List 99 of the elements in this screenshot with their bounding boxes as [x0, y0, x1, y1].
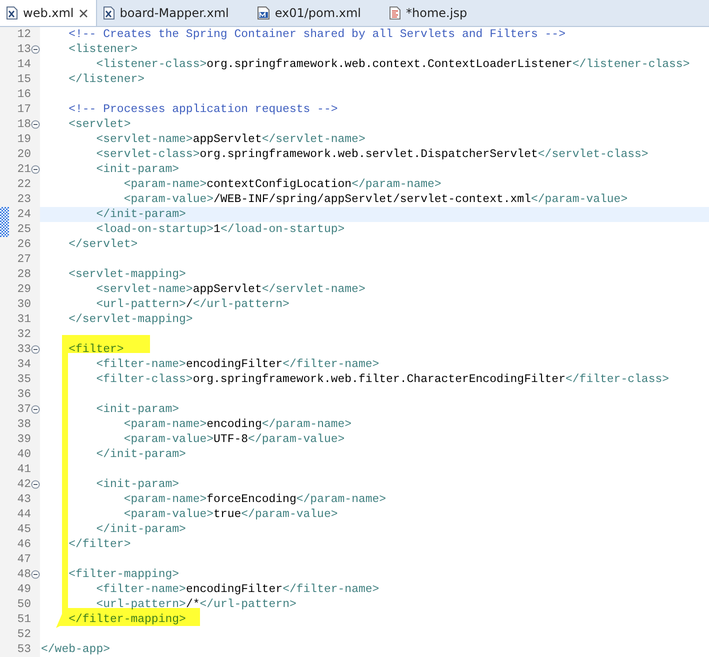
line-number: 27	[16, 252, 31, 267]
tab-label: web.xml	[23, 6, 74, 20]
code-line: <servlet>	[68, 117, 131, 132]
code-line: <url-pattern>/</url-pattern>	[95, 297, 290, 312]
line-number: 34	[16, 357, 31, 372]
code-line: <param-name>forceEncoding</param-name>	[122, 492, 386, 507]
collapse-icon[interactable]	[31, 45, 40, 54]
line-number: 40	[16, 447, 31, 462]
jsp-file-icon	[389, 6, 402, 20]
code-line: <servlet-name>appServlet</servlet-name>	[95, 282, 366, 297]
line-number: 19	[16, 132, 31, 147]
code-line: </listener>	[68, 72, 145, 87]
line-number: 48	[16, 567, 31, 582]
line-number: 47	[16, 552, 31, 567]
line-number: 24	[16, 207, 31, 222]
line-number: 29	[16, 282, 31, 297]
code-line: <url-pattern>/*</url-pattern>	[95, 597, 296, 612]
code-line: <!-- Processes application requests -->	[68, 102, 338, 117]
code-line: <servlet-name>appServlet</servlet-name>	[95, 132, 366, 147]
line-number: 31	[16, 312, 31, 327]
code-line: <param-name>encoding</param-name>	[122, 417, 352, 432]
xml-file-icon	[6, 6, 18, 20]
code-line: <filter-name>encodingFilter</filter-name>	[95, 582, 380, 597]
xml-file-icon	[102, 6, 115, 20]
line-number: 53	[16, 642, 31, 657]
line-number: 15	[16, 72, 31, 87]
line-number: 32	[16, 327, 31, 342]
editor-tab[interactable]: *home.jsp	[383, 0, 490, 26]
code-line: <init-param>	[95, 477, 180, 492]
close-icon[interactable]	[78, 8, 88, 18]
line-number: 25	[16, 222, 31, 237]
code-line: </servlet-mapping>	[68, 312, 193, 327]
line-number: 46	[16, 537, 31, 552]
editor-tab[interactable]: ex01/pom.xml	[250, 0, 384, 26]
code-line: </web-app>	[40, 642, 110, 657]
line-number: 18	[16, 117, 31, 132]
code-line: <param-name>contextConfigLocation</param-name>	[122, 177, 442, 192]
collapse-icon[interactable]	[31, 165, 40, 174]
line-number: 50	[16, 597, 31, 612]
code-line: </init-param>	[95, 207, 186, 222]
collapse-icon[interactable]	[31, 120, 40, 129]
collapse-icon[interactable]	[31, 570, 40, 579]
line-number: 12	[16, 27, 31, 42]
line-number: 20	[16, 147, 31, 162]
line-number: 28	[16, 267, 31, 282]
code-line: <filter-mapping>	[68, 567, 180, 582]
code-line: </filter>	[68, 537, 131, 552]
line-number: 41	[16, 462, 31, 477]
line-number: 51	[16, 612, 31, 627]
line-number: 52	[16, 627, 31, 642]
change-marker	[0, 207, 9, 222]
line-number: 30	[16, 297, 31, 312]
code-line: <filter-name>encodingFilter</filter-name>	[95, 357, 380, 372]
code-line: <filter>	[68, 342, 124, 357]
line-number: 16	[16, 87, 31, 102]
code-line: <param-value>/WEB-INF/spring/appServlet/servlet-context.xml</param-value>	[122, 192, 628, 207]
code-line: </servlet>	[68, 237, 138, 252]
line-number: 36	[16, 387, 31, 402]
code-line: <servlet-mapping>	[68, 267, 186, 282]
line-number: 44	[16, 507, 31, 522]
line-number: 35	[16, 372, 31, 387]
line-number: 37	[16, 402, 31, 417]
line-number: 42	[16, 477, 31, 492]
code-line: </init-param>	[95, 522, 186, 537]
code-line: <param-value>true</param-value>	[122, 507, 338, 522]
collapse-icon[interactable]	[31, 405, 40, 414]
code-line: <init-param>	[95, 162, 180, 177]
editor-tab[interactable]: board-Mapper.xml	[96, 0, 251, 26]
line-number: 17	[16, 102, 31, 117]
line-number: 14	[16, 57, 31, 72]
code-line: <listener-class>org.springframework.web.context.ContextLoaderListener</listener-class>	[95, 57, 690, 72]
line-number: 38	[16, 417, 31, 432]
line-number: 33	[16, 342, 31, 357]
line-number: 39	[16, 432, 31, 447]
tab-label: board-Mapper.xml	[120, 6, 229, 20]
editor-tab[interactable]: web.xml	[0, 0, 97, 26]
tab-label: ex01/pom.xml	[274, 6, 362, 20]
code-line: </init-param>	[95, 447, 186, 462]
line-number: 45	[16, 522, 31, 537]
line-number: 13	[16, 42, 31, 57]
change-marker	[0, 222, 9, 237]
code-line: <param-value>UTF-8</param-value>	[122, 432, 345, 447]
line-number: 23	[16, 192, 31, 207]
line-number: 26	[16, 237, 31, 252]
line-number: 43	[16, 492, 31, 507]
line-number: 22	[16, 177, 31, 192]
tab-label: *home.jsp	[406, 6, 468, 20]
code-line: <load-on-startup>1</load-on-startup>	[95, 222, 345, 237]
line-number: 49	[16, 582, 31, 597]
collapse-icon[interactable]	[31, 345, 40, 354]
code-line: </filter-mapping>	[68, 612, 186, 627]
code-line: <filter-class>org.springframework.web.filter.CharacterEncodingFilter</filter-class>	[95, 372, 670, 387]
line-number: 21	[16, 162, 31, 177]
code-line: <!-- Creates the Spring Container shared by all Servlets and Filters -->	[68, 27, 566, 42]
collapse-icon[interactable]	[31, 480, 40, 489]
code-line: <init-param>	[95, 402, 180, 417]
code-line: <servlet-class>org.springframework.web.servlet.DispatcherServlet</servlet-class>	[95, 147, 648, 162]
maven-file-icon	[256, 6, 270, 20]
code-line: <listener>	[68, 42, 138, 57]
